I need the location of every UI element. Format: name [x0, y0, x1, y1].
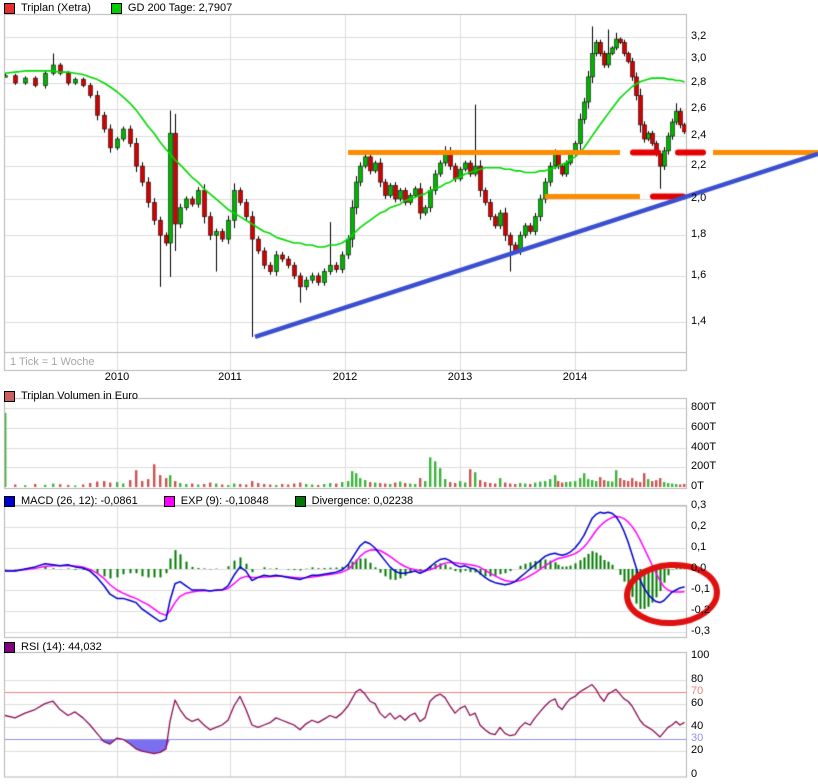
macd-series-label: MACD (26, 12): -0,0861 — [21, 495, 138, 507]
main-chart-legend: Triplan (Xetra) GD 200 Tage: 2,7907 — [4, 1, 232, 15]
divergence-series-swatch — [294, 495, 306, 507]
volume-series-swatch — [4, 390, 15, 402]
chart-window: Triplan (Xetra) GD 200 Tage: 2,7907 1 Ti… — [0, 0, 818, 784]
legend-item-rsi: RSI (14): 44,032 — [4, 641, 102, 653]
legend-item-exp: EXP (9): -0,10848 — [163, 495, 269, 507]
macd-series-swatch — [4, 495, 15, 507]
exp-series-swatch — [163, 495, 175, 507]
macd-legend: MACD (26, 12): -0,0861 EXP (9): -0,10848… — [4, 494, 413, 508]
rsi-series-swatch — [4, 641, 15, 653]
gd200-series-label: GD 200 Tage: 2,7907 — [127, 2, 233, 14]
triplan-series-swatch — [4, 2, 15, 14]
rsi-legend: RSI (14): 44,032 — [4, 640, 102, 654]
rsi-series-label: RSI (14): 44,032 — [21, 641, 102, 653]
volume-series-label: Triplan Volumen in Euro — [21, 390, 138, 402]
legend-item-macd: MACD (26, 12): -0,0861 — [4, 495, 138, 507]
exp-series-label: EXP (9): -0,10848 — [180, 495, 269, 507]
legend-item-triplan: Triplan (Xetra) — [4, 2, 91, 14]
volume-legend: Triplan Volumen in Euro — [4, 389, 138, 403]
gd200-series-swatch — [110, 2, 122, 14]
triplan-series-label: Triplan (Xetra) — [21, 2, 91, 14]
divergence-series-label: Divergence: 0,02238 — [311, 495, 414, 507]
tick-interval-note: 1 Tick = 1 Woche — [10, 356, 95, 368]
legend-item-gd200: GD 200 Tage: 2,7907 — [110, 2, 233, 14]
legend-item-divergence: Divergence: 0,02238 — [294, 495, 414, 507]
legend-item-volume: Triplan Volumen in Euro — [4, 390, 138, 402]
